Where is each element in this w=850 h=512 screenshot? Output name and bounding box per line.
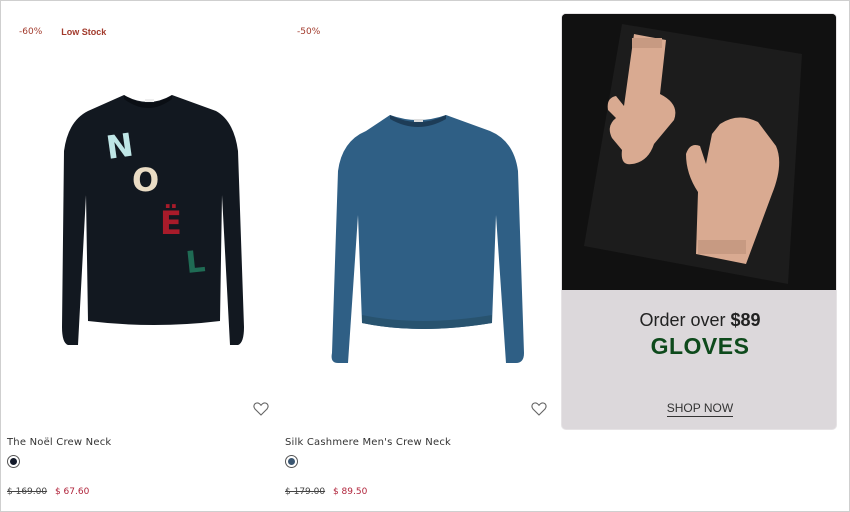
product-image-noel-sweater[interactable]: N O Ë L	[6, 45, 276, 405]
sweater-letter-n: N	[104, 126, 136, 167]
promo-order-amount: $89	[730, 310, 761, 330]
product-card-noel[interactable]: -60% Low Stock N O Ë L The Noël Crew Nec…	[6, 0, 276, 512]
color-swatch[interactable]	[285, 455, 298, 468]
shop-now-link[interactable]: SHOP NOW	[666, 401, 734, 417]
shop-now-link-wrap: SHOP NOW	[562, 397, 836, 417]
price-row: $ 179.00 $ 89.50	[285, 487, 367, 497]
badge-row: -50%	[297, 27, 320, 37]
product-name[interactable]: Silk Cashmere Men's Crew Neck	[285, 437, 451, 448]
product-image-blue-sweater[interactable]	[284, 45, 554, 405]
original-price: $ 169.00	[7, 487, 48, 497]
swatch-dot	[288, 458, 295, 465]
sale-price: $ 89.50	[332, 487, 368, 497]
promo-image-gloves[interactable]	[562, 14, 837, 290]
promo-order-prefix: Order over	[639, 310, 726, 330]
discount-badge: -60%	[19, 27, 43, 37]
sweater-letter-l: L	[184, 244, 207, 281]
promo-banner-gloves[interactable]: Order over $89 GLOVES SHOP NOW	[561, 13, 837, 430]
promo-heading: GLOVES	[650, 333, 750, 359]
badge-row: -60% Low Stock	[19, 27, 106, 37]
sale-price: $ 67.60	[54, 487, 90, 497]
sweater-letter-o: O	[132, 161, 159, 199]
promo-text: Order over $89 GLOVES	[562, 310, 836, 360]
color-swatch[interactable]	[7, 455, 20, 468]
wishlist-heart-icon[interactable]	[252, 400, 270, 418]
product-name[interactable]: The Noël Crew Neck	[7, 437, 111, 448]
discount-badge: -50%	[297, 27, 321, 37]
wishlist-heart-icon[interactable]	[530, 400, 548, 418]
promo-order-line: Order over $89	[562, 310, 836, 331]
sweater-letter-e: Ë	[160, 204, 182, 242]
product-card-silk-cashmere[interactable]: -50% Silk Cashmere Men's Crew Neck $ 179…	[284, 0, 554, 512]
price-row: $ 169.00 $ 67.60	[7, 487, 89, 497]
low-stock-badge: Low Stock	[61, 27, 107, 37]
swatch-dot	[10, 458, 17, 465]
original-price: $ 179.00	[285, 487, 326, 497]
